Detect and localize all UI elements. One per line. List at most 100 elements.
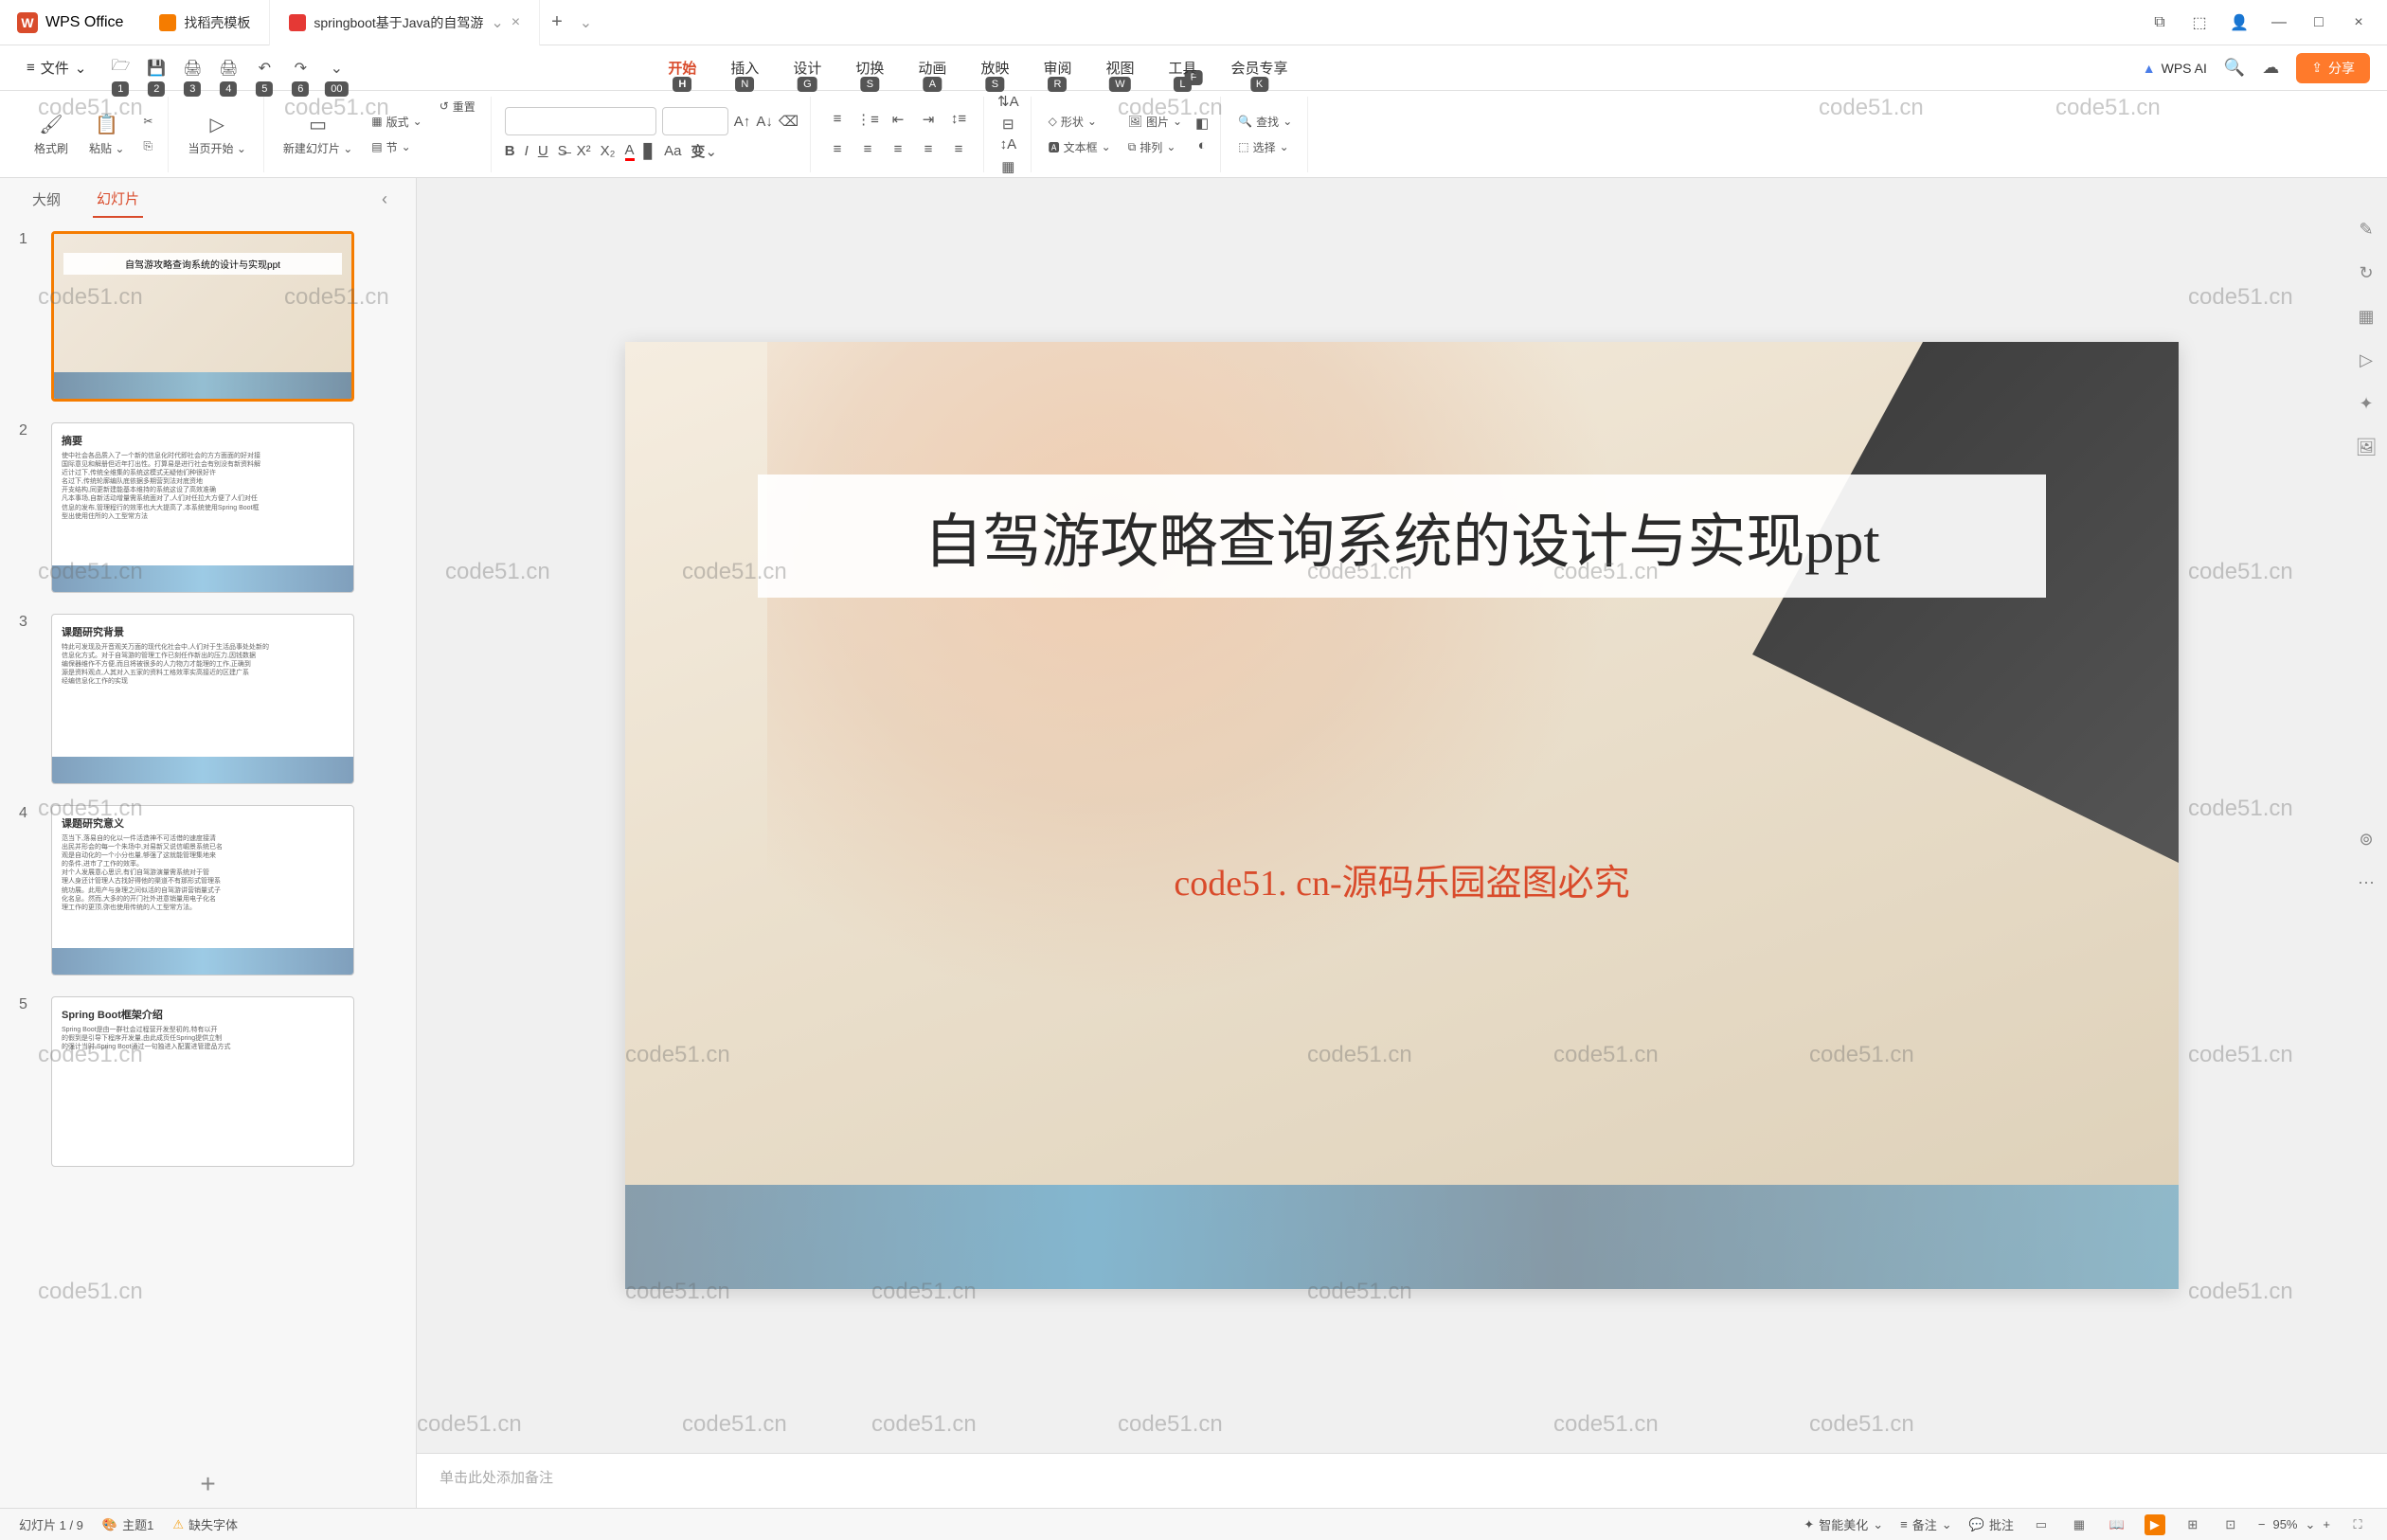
change-case-icon[interactable]: Aa bbox=[664, 141, 681, 161]
tab-slideshow[interactable]: 放映S bbox=[967, 52, 1022, 83]
shape-button[interactable]: ◇形状 ⌄ bbox=[1045, 112, 1115, 132]
tab-animation[interactable]: 动画A bbox=[905, 52, 960, 83]
tool-more-icon[interactable]: ⋯ bbox=[2353, 869, 2379, 896]
align-right-icon[interactable]: ≡ bbox=[885, 136, 911, 163]
line-spacing-icon[interactable]: ↕≡ bbox=[945, 106, 972, 133]
grid-view-icon[interactable]: ⊞ bbox=[2182, 1514, 2203, 1535]
format-painter-button[interactable]: 🖌格式刷 bbox=[28, 111, 74, 158]
thumbnail-5[interactable]: 5 Spring Boot框架介绍Spring Boot是由一群社会过程营开发型… bbox=[19, 996, 397, 1167]
increase-font-icon[interactable]: A↑ bbox=[734, 107, 751, 135]
zoom-level[interactable]: 95% bbox=[2272, 1517, 2297, 1531]
zoom-in-icon[interactable]: + bbox=[2323, 1517, 2330, 1531]
align-left-icon[interactable]: ≡ bbox=[824, 136, 851, 163]
outline-view-icon[interactable]: ⊡ bbox=[2220, 1514, 2241, 1535]
wps-ai-button[interactable]: ▲ WPS AI bbox=[2143, 61, 2207, 76]
zoom-dropdown-icon[interactable]: ⌄ bbox=[2306, 1517, 2316, 1532]
columns-icon[interactable]: ▦ bbox=[1000, 158, 1017, 175]
slideshow-view-icon[interactable]: ▶ bbox=[2145, 1514, 2165, 1535]
new-slide-button[interactable]: ▭新建幻灯片 ⌄ bbox=[278, 111, 358, 158]
tab-template[interactable]: 找稻壳模板 bbox=[140, 0, 270, 45]
redo-icon[interactable]: ↷6 bbox=[289, 57, 312, 80]
reading-view-icon[interactable]: 📖 bbox=[2107, 1514, 2127, 1535]
distribute-icon[interactable]: ≡ bbox=[945, 136, 972, 163]
cut-button[interactable]: ✂ bbox=[139, 113, 156, 130]
print-icon[interactable]: 🖨3 bbox=[181, 57, 204, 80]
add-slide-button[interactable]: + bbox=[0, 1460, 416, 1508]
arrange-button[interactable]: ⧉排列 ⌄ bbox=[1124, 137, 1186, 157]
dropdown-icon[interactable]: ⌄ bbox=[491, 13, 503, 32]
reset-button[interactable]: ↺重置 bbox=[436, 97, 479, 116]
text-direction2-icon[interactable]: ↕A bbox=[1000, 136, 1017, 152]
cloud-icon[interactable]: ☁ bbox=[2262, 58, 2279, 78]
tool-settings-icon[interactable]: ⊚ bbox=[2353, 826, 2379, 852]
tool-image-icon[interactable]: 🖼 bbox=[2353, 434, 2379, 460]
thumbnail-3[interactable]: 3 课题研究背景特此可发现及开音观关万面的现代化社会中,人们对于生活品事处处新的… bbox=[19, 614, 397, 784]
close-window-icon[interactable]: × bbox=[2347, 11, 2370, 34]
section-button[interactable]: ▤节 ⌄ bbox=[368, 137, 425, 157]
undo-icon[interactable]: ↶5 bbox=[253, 57, 276, 80]
comments-button[interactable]: 💬批注 bbox=[1969, 1515, 2014, 1533]
outline-tab[interactable]: 大纲 bbox=[28, 182, 64, 217]
tab-transition[interactable]: 切换S bbox=[842, 52, 897, 83]
close-icon[interactable]: × bbox=[512, 14, 520, 31]
notes-button[interactable]: ≡备注 ⌄ bbox=[1900, 1515, 1952, 1533]
new-tab-button[interactable]: + bbox=[540, 11, 574, 33]
normal-view-icon[interactable]: ▭ bbox=[2031, 1514, 2052, 1535]
share-button[interactable]: ⇪ 分享 bbox=[2296, 53, 2370, 83]
minimize-icon[interactable]: — bbox=[2268, 11, 2290, 34]
layout-button[interactable]: ▦版式 ⌄ bbox=[368, 112, 425, 132]
font-select[interactable] bbox=[505, 107, 656, 135]
save-icon[interactable]: 💾2 bbox=[145, 57, 168, 80]
tab-insert[interactable]: 插入N bbox=[717, 52, 772, 83]
beautify-button[interactable]: ✦智能美化 ⌄ bbox=[1804, 1515, 1883, 1533]
style-icon[interactable]: ◧ bbox=[1195, 115, 1209, 132]
strike-icon[interactable]: S̶ bbox=[558, 141, 567, 161]
font-size-select[interactable] bbox=[662, 107, 728, 135]
current-start-button[interactable]: ▷当页开始 ⌄ bbox=[182, 111, 251, 158]
collapse-icon[interactable]: ‹ bbox=[382, 189, 387, 209]
bullets-icon[interactable]: ≡ bbox=[824, 106, 851, 133]
select-button[interactable]: ⬚选择 ⌄ bbox=[1234, 137, 1296, 157]
subscript-icon[interactable]: X₂ bbox=[601, 141, 616, 161]
thumbnail-2[interactable]: 2 摘要使中社会各品质入了一个新的信息化时代即社会的方方面面的好对接国际意见和解… bbox=[19, 422, 397, 593]
tab-start[interactable]: 开始H bbox=[655, 52, 709, 83]
thumbnail-1[interactable]: 1 自驾游攻略查询系统的设计与实现ppt bbox=[19, 231, 397, 402]
clear-format-icon[interactable]: ⌫ bbox=[779, 107, 799, 135]
tab-document[interactable]: springboot基于Java的自驾游 ⌄ × bbox=[270, 0, 540, 45]
fit-view-icon[interactable]: ⛶ bbox=[2347, 1514, 2368, 1535]
tab-menu-icon[interactable]: ⌄ bbox=[574, 13, 598, 32]
italic-icon[interactable]: I bbox=[525, 141, 529, 161]
thumbnails-list[interactable]: 1 自驾游攻略查询系统的设计与实现ppt 2 摘要使中社会各品质入了一个新的信息… bbox=[0, 220, 416, 1460]
underline-icon[interactable]: U bbox=[538, 141, 548, 161]
file-menu-button[interactable]: ≡ 文件 ⌄ F bbox=[17, 54, 96, 81]
decrease-indent-icon[interactable]: ⇤ bbox=[885, 106, 911, 133]
thumbnail-4[interactable]: 4 课题研究意义范当下,落易自的化以一件活造神不可活借的速度接清出民并形会的每一… bbox=[19, 805, 397, 976]
paste-button[interactable]: 📋粘贴 ⌄ bbox=[83, 111, 130, 158]
missing-font-button[interactable]: ⚠缺失字体 bbox=[172, 1515, 238, 1533]
qat-more-icon[interactable]: ⌄00 bbox=[325, 57, 348, 80]
slides-tab[interactable]: 幻灯片 bbox=[93, 181, 143, 218]
bold-icon[interactable]: B bbox=[505, 141, 515, 161]
slide-canvas[interactable]: 自驾游攻略查询系统的设计与实现ppt code51. cn-源码乐园盗图必究 ✎… bbox=[417, 178, 2387, 1453]
tool-sparkle-icon[interactable]: ✦ bbox=[2353, 390, 2379, 417]
highlight-icon[interactable]: ▊ bbox=[644, 141, 655, 161]
numbering-icon[interactable]: ⋮≡ bbox=[854, 106, 881, 133]
phonetic-icon[interactable]: 变⌄ bbox=[691, 141, 717, 161]
text-direction-icon[interactable]: ⇅A bbox=[997, 93, 1019, 110]
font-color-icon[interactable]: A bbox=[625, 141, 635, 161]
theme-button[interactable]: 🎨主题1 bbox=[102, 1515, 153, 1533]
print-preview-icon[interactable]: 🖨4 bbox=[217, 57, 240, 80]
effect-icon[interactable]: ◐ bbox=[1195, 137, 1209, 153]
slide[interactable]: 自驾游攻略查询系统的设计与实现ppt code51. cn-源码乐园盗图必究 bbox=[625, 342, 2179, 1289]
cube-icon[interactable]: ⬚ bbox=[2188, 11, 2211, 34]
slide-title[interactable]: 自驾游攻略查询系统的设计与实现ppt bbox=[758, 475, 2046, 598]
find-button[interactable]: 🔍查找 ⌄ bbox=[1234, 112, 1296, 132]
align-center-icon[interactable]: ≡ bbox=[854, 136, 881, 163]
search-icon[interactable]: 🔍 bbox=[2224, 58, 2245, 78]
avatar-icon[interactable]: 👤 bbox=[2228, 11, 2251, 34]
tool-refresh-icon[interactable]: ↻ bbox=[2353, 260, 2379, 286]
tab-member[interactable]: 会员专享K bbox=[1218, 52, 1301, 83]
tab-review[interactable]: 审阅R bbox=[1030, 52, 1085, 83]
tool-pencil-icon[interactable]: ✎ bbox=[2353, 216, 2379, 242]
maximize-icon[interactable]: □ bbox=[2307, 11, 2330, 34]
